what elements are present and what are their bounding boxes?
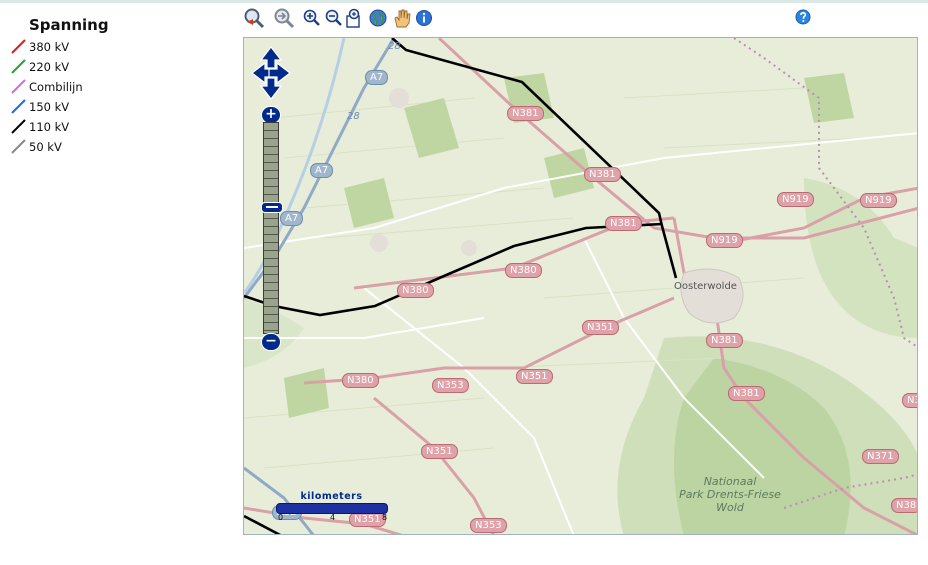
park-label-line1: Nationaal — [703, 475, 757, 488]
help-icon[interactable] — [795, 9, 811, 25]
road-label-n38: N38 — [891, 498, 917, 513]
zoom-out-full-icon[interactable] — [243, 7, 265, 29]
legend-swatch-combilijn — [11, 79, 26, 94]
legend-item-110kv: 110 kV — [8, 118, 228, 138]
zoom-bar[interactable]: + − — [261, 106, 283, 351]
park-label: Nationaal Park Drents-Friese Wold — [672, 475, 788, 514]
zoom-extent-icon[interactable] — [344, 7, 366, 29]
road-label-n371: N371 — [862, 449, 899, 464]
road-label-n380: N380 — [397, 283, 434, 298]
road-label-n381: N381 — [507, 106, 544, 121]
info-icon[interactable] — [415, 9, 433, 27]
legend-swatch-380kv — [11, 39, 26, 54]
road-label-a7: A7 — [310, 163, 334, 178]
scale-tick-4: 4 — [330, 513, 336, 522]
legend-item-50kv: 50 kV — [8, 138, 228, 158]
zoom-previous-icon[interactable] — [273, 7, 295, 29]
road-label-n3: N3 — [902, 393, 917, 408]
map-toolbar — [243, 7, 432, 29]
road-label-n381: N381 — [584, 167, 621, 182]
legend-swatch-220kv — [11, 59, 26, 74]
scale-tick-8: 8 — [382, 513, 388, 522]
road-label-n351: N351 — [582, 320, 619, 335]
legend-item-combilijn: Combilijn — [8, 78, 228, 98]
legend-title: Spanning — [29, 16, 109, 34]
place-label-oosterwolde: Oosterwolde — [674, 281, 737, 292]
road-label-n353: N353 — [470, 518, 507, 533]
route-number-28: 28 — [347, 111, 360, 122]
legend-label: 110 kV — [29, 120, 70, 134]
map-view[interactable]: 28 28 A7 A7 A7 A32 N381 N381 N381 N381 N… — [243, 37, 918, 535]
zoom-out-icon[interactable] — [323, 7, 345, 29]
road-label-n351: N351 — [516, 369, 553, 384]
road-label-n919: N919 — [706, 233, 743, 248]
legend-label: Combilijn — [29, 80, 83, 94]
legend: Spanning 380 kV 220 kV Combilijn 150 kV … — [8, 16, 228, 158]
zoom-minus-button[interactable]: − — [261, 333, 281, 351]
legend-swatch-110kv — [11, 119, 26, 134]
scale-tick-0: 0 — [278, 513, 284, 522]
scale-bar: kilometers 0 4 8 — [274, 491, 389, 525]
legend-item-150kv: 150 kV — [8, 98, 228, 118]
road-label-n381: N381 — [706, 333, 743, 348]
basemap — [244, 38, 917, 534]
zoom-slider-handle[interactable] — [261, 202, 283, 213]
legend-label: 150 kV — [29, 100, 70, 114]
legend-item-380kv: 380 kV — [8, 38, 228, 58]
road-label-n919: N919 — [860, 193, 897, 208]
pan-control[interactable] — [251, 46, 291, 100]
road-label-n381: N381 — [728, 386, 765, 401]
road-label-n351: N351 — [421, 444, 458, 459]
road-label-n381: N381 — [605, 216, 642, 231]
road-label-n919: N919 — [777, 192, 814, 207]
road-label-a7: A7 — [280, 211, 304, 226]
park-label-line2: Park Drents-Friese — [679, 488, 781, 501]
zoom-track[interactable] — [263, 122, 279, 334]
road-label-n380: N380 — [342, 373, 379, 388]
legend-swatch-150kv — [11, 99, 26, 114]
zoom-in-icon[interactable] — [301, 7, 323, 29]
legend-label: 50 kV — [29, 140, 62, 154]
top-border — [0, 0, 928, 3]
scale-label: kilometers — [300, 491, 363, 502]
route-number-28-top: 28 — [388, 41, 401, 52]
park-label-line3: Wold — [716, 501, 744, 514]
legend-item-220kv: 220 kV — [8, 58, 228, 78]
road-label-a7: A7 — [365, 70, 389, 85]
pan-hand-icon[interactable] — [391, 7, 413, 29]
road-label-n353: N353 — [432, 378, 469, 393]
legend-label: 220 kV — [29, 60, 70, 74]
legend-swatch-50kv — [11, 139, 26, 154]
road-label-n380: N380 — [505, 263, 542, 278]
legend-label: 380 kV — [29, 40, 70, 54]
globe-icon[interactable] — [367, 7, 389, 29]
